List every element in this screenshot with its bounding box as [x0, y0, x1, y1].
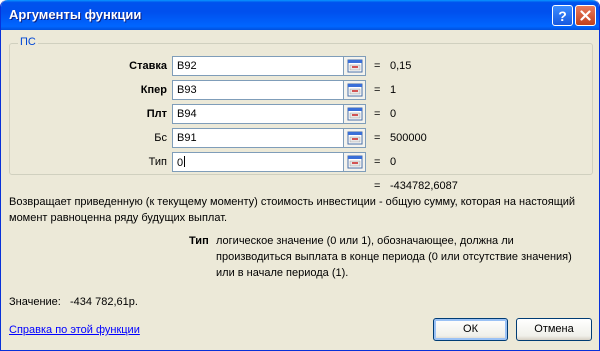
- result-line: Значение: -434 782,61р.: [9, 296, 138, 308]
- arg-value-pmt: 0: [390, 108, 397, 120]
- arg-equals-pmt: =: [374, 108, 381, 120]
- arg-equals-nper: =: [374, 84, 381, 96]
- help-button[interactable]: ?: [552, 5, 573, 26]
- ok-button[interactable]: ОК: [433, 318, 508, 341]
- arg-value-nper: 1: [390, 84, 397, 96]
- collapse-button-nper[interactable]: [344, 80, 366, 100]
- arg-label-fv: Бс: [154, 132, 167, 144]
- param-help-text: логическое значение (0 или 1), обозначаю…: [216, 235, 572, 279]
- collapse-button-rate[interactable]: [344, 56, 366, 76]
- arg-input-nper[interactable]: B93: [172, 80, 344, 100]
- function-help-link[interactable]: Справка по этой функции: [9, 324, 140, 336]
- arg-input-pmt[interactable]: B94: [172, 104, 344, 124]
- collapse-dialog-icon: [347, 83, 362, 97]
- formula-result-equals: =: [374, 180, 381, 192]
- arg-input-type-value: 0: [177, 157, 184, 169]
- collapse-dialog-icon: [347, 131, 362, 145]
- arg-equals-rate: =: [374, 60, 381, 72]
- arg-input-fv[interactable]: B91: [172, 128, 344, 148]
- arg-input-type[interactable]: 0: [172, 152, 344, 172]
- close-icon: [580, 10, 591, 21]
- result-label: Значение:: [9, 296, 61, 308]
- arg-input-pmt-value: B94: [177, 108, 197, 120]
- arg-value-fv: 500000: [390, 132, 427, 144]
- text-caret: [184, 156, 186, 167]
- arg-value-type: 0: [390, 156, 397, 168]
- result-value: -434 782,61р.: [70, 296, 138, 308]
- collapse-button-type[interactable]: [344, 152, 366, 172]
- arg-input-nper-value: B93: [177, 84, 197, 96]
- help-icon: ?: [558, 7, 567, 24]
- collapse-button-fv[interactable]: [344, 128, 366, 148]
- arg-value-rate: 0,15: [390, 60, 412, 72]
- function-arguments-dialog: Аргументы функции ? ПС Ставка B92 = 0,15: [0, 0, 600, 351]
- dialog-body: ПС Ставка B92 = 0,15 Кпер B93 = 1 Плт B9…: [4, 30, 596, 348]
- collapse-dialog-icon: [347, 59, 362, 73]
- function-description: Возвращает приведенную (к текущему момен…: [9, 196, 576, 224]
- arg-input-fv-value: B91: [177, 132, 197, 144]
- arg-label-pmt: Плт: [146, 108, 167, 120]
- param-help-name: Тип: [189, 235, 209, 247]
- arg-label-type: Тип: [148, 156, 167, 168]
- arg-label-nper: Кпер: [140, 84, 167, 96]
- collapse-dialog-icon: [347, 107, 362, 121]
- collapse-button-pmt[interactable]: [344, 104, 366, 124]
- formula-result: -434782,6087: [390, 180, 458, 192]
- arg-input-rate[interactable]: B92: [172, 56, 344, 76]
- arg-equals-type: =: [374, 156, 381, 168]
- function-name: ПС: [18, 36, 38, 48]
- arg-equals-fv: =: [374, 132, 381, 144]
- title-bar[interactable]: Аргументы функции ?: [1, 0, 599, 30]
- window-title: Аргументы функции: [9, 7, 142, 22]
- arg-input-rate-value: B92: [177, 60, 197, 72]
- collapse-dialog-icon: [347, 155, 362, 169]
- close-button[interactable]: [575, 5, 596, 26]
- cancel-button[interactable]: Отмена: [516, 318, 592, 341]
- arg-label-rate: Ставка: [129, 60, 167, 72]
